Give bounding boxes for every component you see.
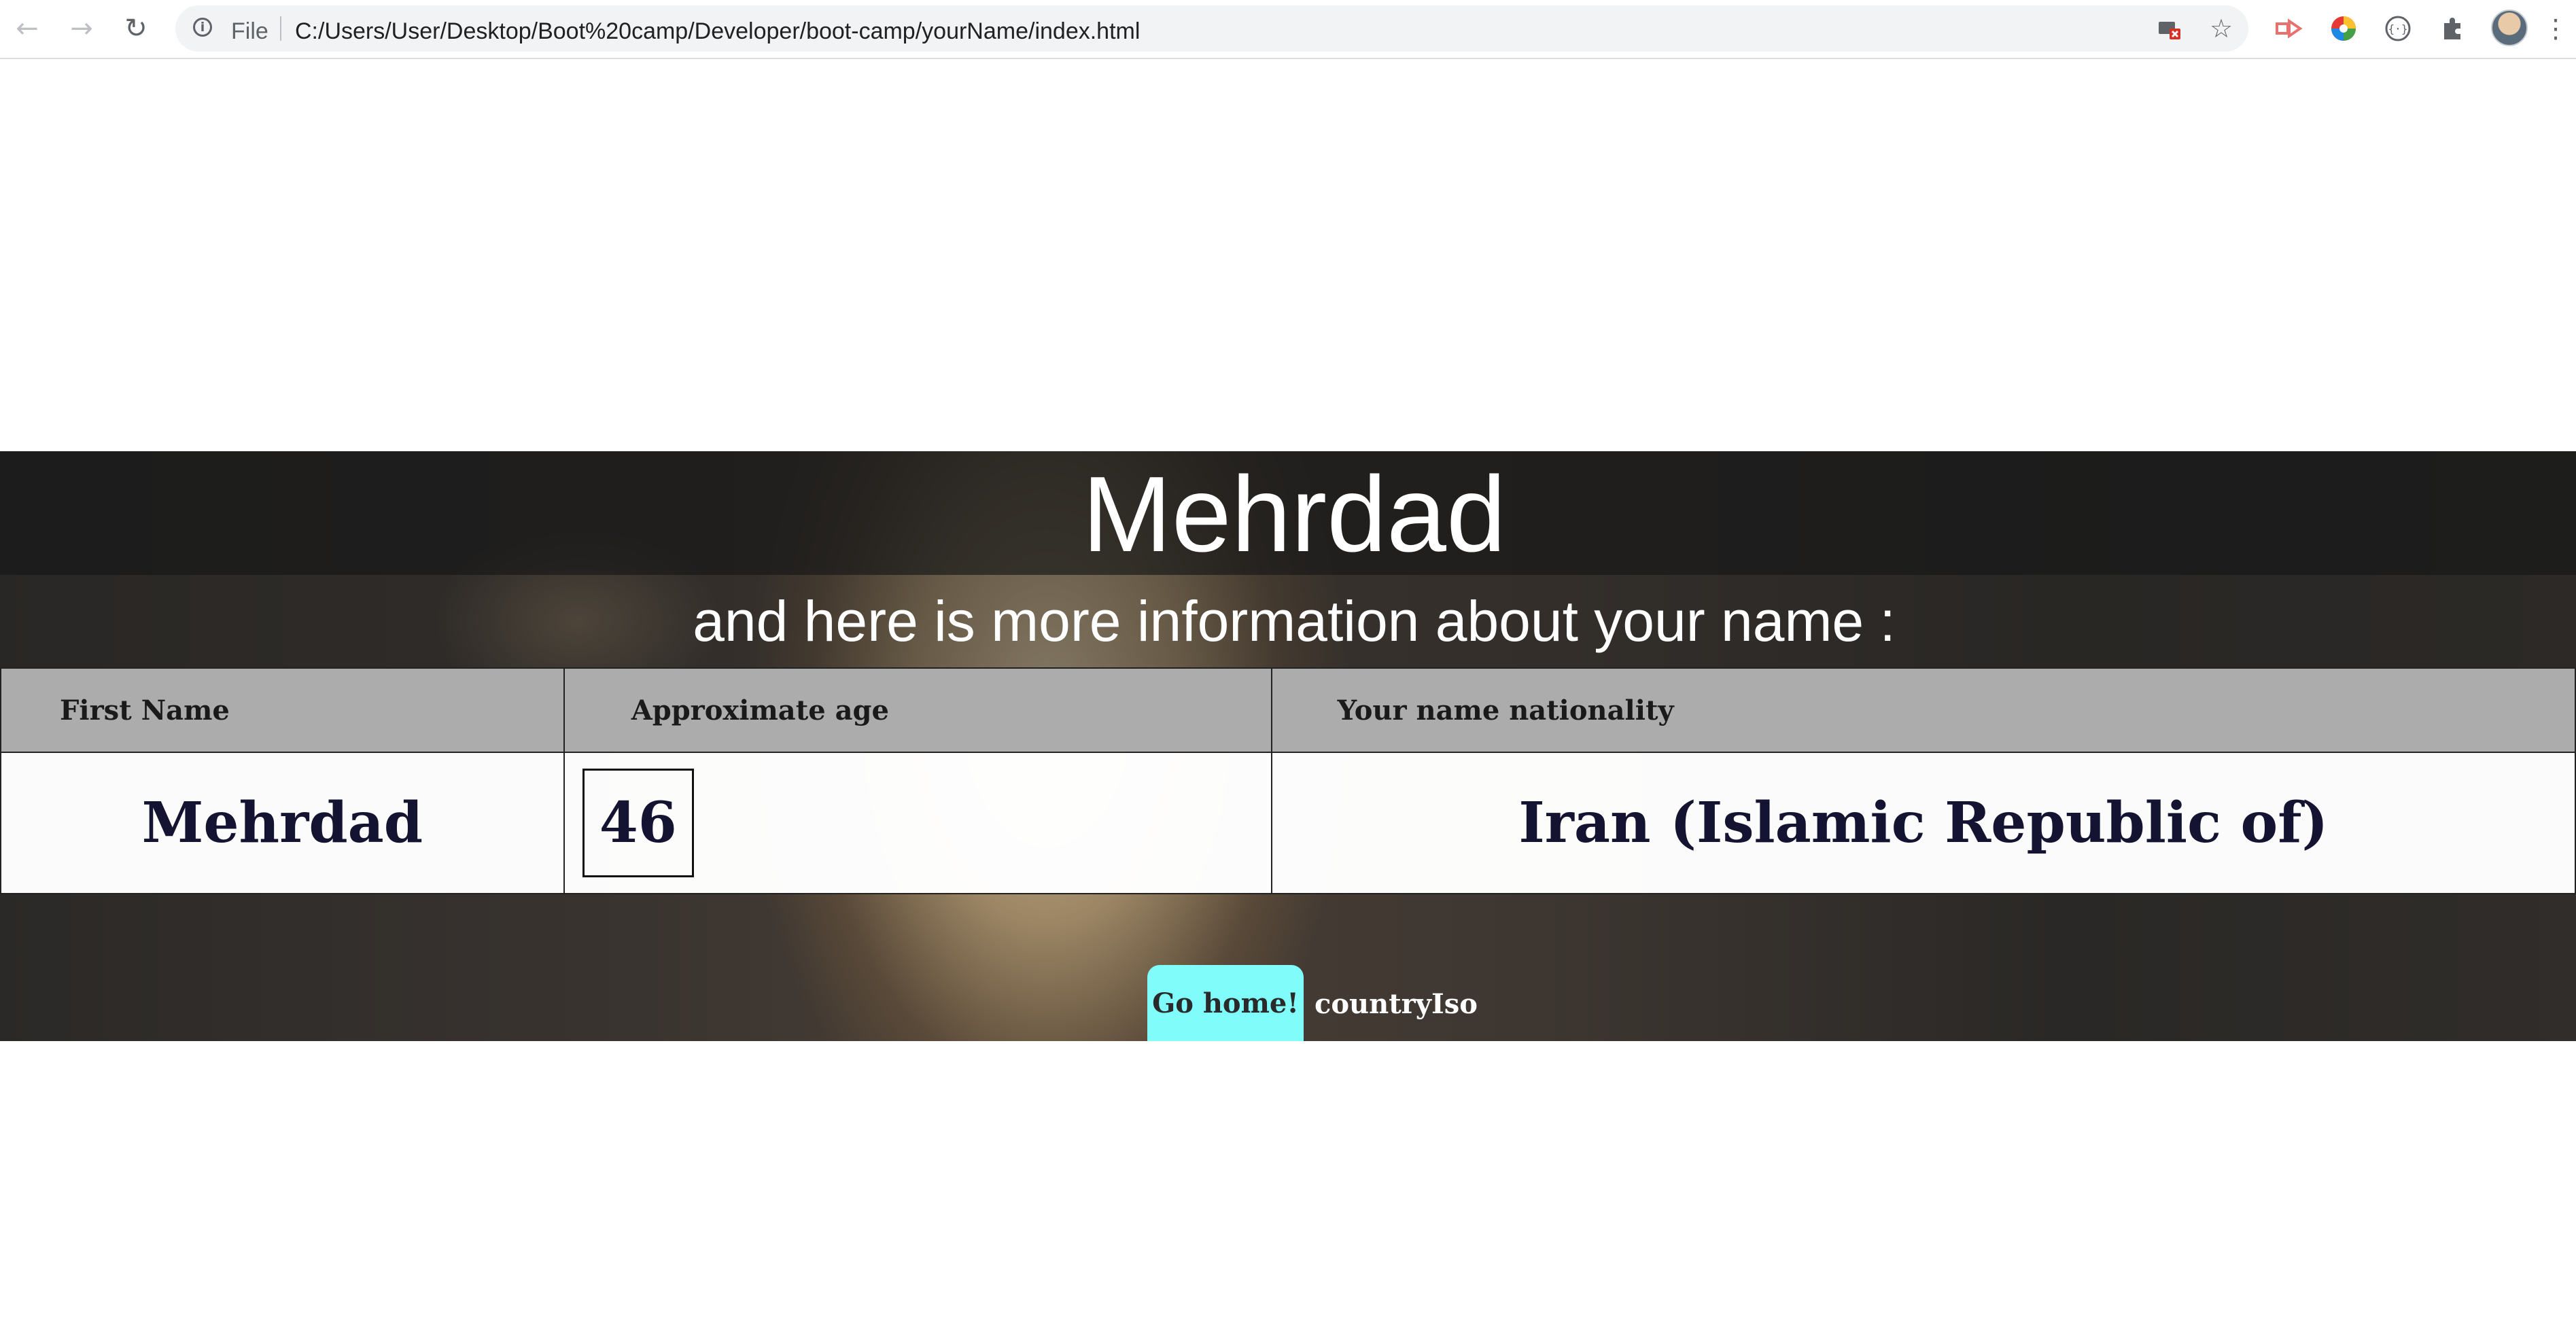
nationality-value: Iran (Islamic Republic of) (1270, 752, 2576, 894)
color-wheel-icon[interactable] (2323, 8, 2364, 49)
menu-dots-icon[interactable]: ⋮ (2542, 8, 2569, 49)
reload-icon: ↻ (124, 13, 147, 44)
info-icon[interactable]: i (193, 18, 212, 37)
back-button[interactable]: ← (7, 8, 48, 49)
table-row: Mehrdad 46 Iran (Islamic Republic of) (0, 752, 2576, 894)
table-header-row: First Name Approximate age Your name nat… (0, 667, 2576, 753)
header-approximate-age: Approximate age (563, 667, 1272, 753)
puzzle-icon[interactable] (2432, 8, 2473, 49)
header-nationality: Your name nationality (1270, 667, 2576, 753)
star-icon[interactable]: ☆ (2208, 14, 2235, 43)
code-extension-icon[interactable]: {·} (2378, 8, 2418, 49)
page-title: Mehrdad (1082, 455, 1506, 574)
page-subtitle: and here is more information about your … (693, 589, 1896, 653)
reload-button[interactable]: ↻ (116, 8, 156, 49)
footer-row: Go home! countryIso (0, 962, 2576, 1041)
cast-blocked-icon[interactable] (2156, 15, 2183, 42)
svg-text:{·}: {·} (2388, 22, 2408, 35)
country-iso-label: countryIso (1315, 988, 1478, 1020)
divider (280, 16, 281, 41)
browser-toolbar: ← → ↻ i File C:/Users/User/Desktop/Boot%… (0, 0, 2576, 59)
url-text[interactable]: C:/Users/User/Desktop/Boot%20camp/Develo… (295, 18, 1140, 45)
name-info-table: First Name Approximate age Your name nat… (0, 667, 2576, 894)
forward-button[interactable]: → (61, 8, 102, 49)
hero-section: Mehrdad and here is more information abo… (0, 451, 2576, 1041)
address-bar[interactable]: i File C:/Users/User/Desktop/Boot%20camp… (175, 5, 2248, 52)
scheme-label: File (231, 18, 268, 44)
age-cell: 46 (563, 752, 1272, 894)
first-name-value: Mehrdad (0, 752, 565, 894)
profile-avatar[interactable] (2491, 10, 2528, 46)
arrow-right-icon: → (70, 13, 93, 44)
age-value: 46 (582, 769, 694, 877)
go-home-button[interactable]: Go home! (1147, 965, 1304, 1041)
arrow-left-icon: ← (16, 13, 39, 44)
extension-arrow-icon[interactable] (2269, 8, 2310, 49)
header-first-name: First Name (0, 667, 565, 753)
